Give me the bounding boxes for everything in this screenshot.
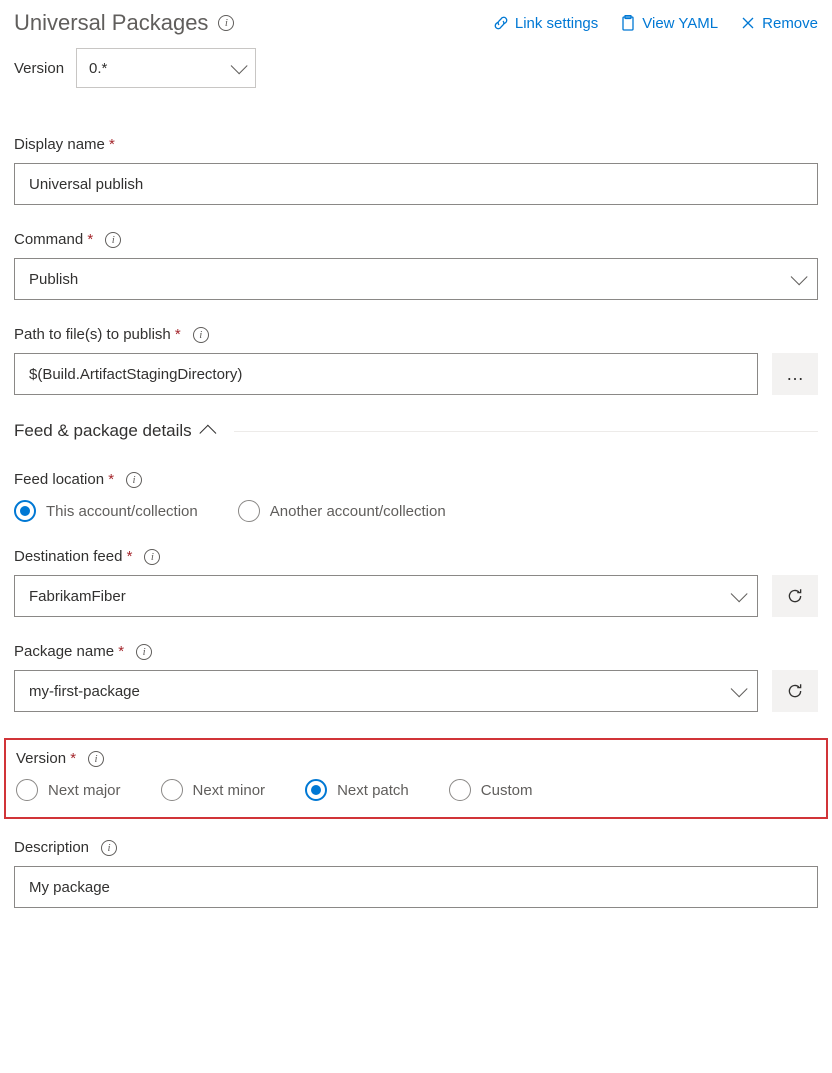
destination-feed-label: Destination feed [14,548,122,565]
refresh-feed-button[interactable] [772,575,818,617]
version-top-select[interactable]: 0.* [76,48,256,88]
version-top-value: 0.* [89,60,107,77]
chevron-down-icon [731,680,748,697]
clipboard-icon [620,15,636,31]
view-yaml-label: View YAML [642,15,718,32]
display-name-input[interactable] [14,163,818,205]
radio-icon [449,779,471,801]
command-value: Publish [29,271,78,288]
link-settings-label: Link settings [515,15,598,32]
description-label: Description [14,839,89,856]
feed-location-radio-this[interactable]: This account/collection [14,500,198,522]
chevron-down-icon [231,57,248,74]
display-name-label: Display name [14,136,105,153]
version-patch-label: Next patch [337,782,409,799]
info-icon[interactable]: i [126,472,142,488]
feed-location-another-label: Another account/collection [270,503,446,520]
section-feed-package-details[interactable]: Feed & package details [14,421,818,441]
package-name-value: my-first-package [29,683,140,700]
refresh-icon [786,587,804,605]
radio-icon [238,500,260,522]
package-name-select[interactable]: my-first-package [14,670,758,712]
version-radio-minor[interactable]: Next minor [161,779,266,801]
browse-button[interactable]: … [772,353,818,395]
info-icon[interactable]: i [105,232,121,248]
destination-feed-select[interactable]: FabrikamFiber [14,575,758,617]
page-title: Universal Packages [14,10,208,36]
command-select[interactable]: Publish [14,258,818,300]
feed-location-this-label: This account/collection [46,503,198,520]
path-input[interactable] [14,353,758,395]
version-custom-label: Custom [481,782,533,799]
destination-feed-value: FabrikamFiber [29,588,126,605]
version-radio-major[interactable]: Next major [16,779,121,801]
version-radio-patch[interactable]: Next patch [305,779,409,801]
radio-icon [305,779,327,801]
required-mark: * [118,643,124,660]
radio-icon [16,779,38,801]
radio-icon [14,500,36,522]
info-icon[interactable]: i [136,644,152,660]
description-input[interactable] [14,866,818,908]
link-settings-action[interactable]: Link settings [493,15,598,32]
link-icon [493,15,509,31]
divider [234,431,818,432]
ellipsis-icon: … [786,364,804,385]
version-minor-label: Next minor [193,782,266,799]
required-mark: * [108,471,114,488]
remove-action[interactable]: Remove [740,15,818,32]
refresh-package-button[interactable] [772,670,818,712]
chevron-down-icon [731,585,748,602]
required-mark: * [175,326,181,343]
version-radio-custom[interactable]: Custom [449,779,533,801]
info-icon[interactable]: i [193,327,209,343]
info-icon[interactable]: i [88,751,104,767]
feed-location-label: Feed location [14,471,104,488]
version-highlight-box: Version * i Next major Next minor Next p… [4,738,828,819]
refresh-icon [786,682,804,700]
required-mark: * [127,548,133,565]
radio-icon [161,779,183,801]
version-label: Version [16,750,66,767]
info-icon[interactable]: i [218,15,234,31]
package-name-label: Package name [14,643,114,660]
chevron-down-icon [791,268,808,285]
command-label: Command [14,231,83,248]
required-mark: * [70,750,76,767]
view-yaml-action[interactable]: View YAML [620,15,718,32]
remove-label: Remove [762,15,818,32]
required-mark: * [109,136,115,153]
close-icon [740,15,756,31]
section-title: Feed & package details [14,421,192,441]
path-label: Path to file(s) to publish [14,326,171,343]
version-major-label: Next major [48,782,121,799]
version-top-label: Version [14,60,64,77]
feed-location-radio-another[interactable]: Another account/collection [238,500,446,522]
info-icon[interactable]: i [101,840,117,856]
info-icon[interactable]: i [144,549,160,565]
required-mark: * [87,231,93,248]
chevron-up-icon [199,425,216,442]
